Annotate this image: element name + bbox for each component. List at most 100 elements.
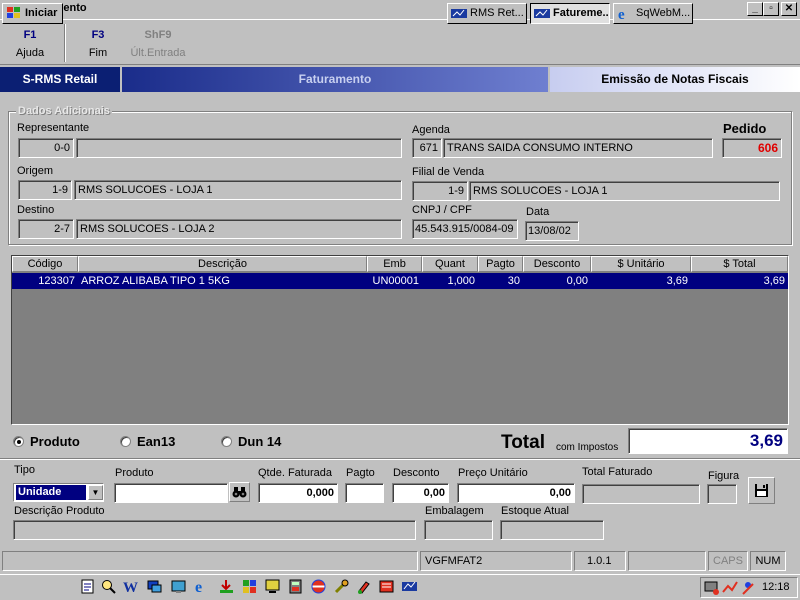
pagto-input[interactable] <box>345 483 384 503</box>
representante-code-field[interactable]: 0-0 <box>18 138 74 158</box>
help-button[interactable]: F1 Ajuda <box>10 29 50 59</box>
radio-ean13-label: Ean13 <box>137 434 176 449</box>
agenda-name-field[interactable]: TRANS SAIDA CONSUMO INTERNO <box>443 138 713 158</box>
status-message <box>2 551 418 571</box>
radio-produto[interactable]: Produto <box>13 434 80 449</box>
desconto-input[interactable]: 0,00 <box>392 483 449 503</box>
quicklaunch-paint-icon[interactable] <box>355 578 372 595</box>
close-button[interactable]: ✕ <box>781 2 797 16</box>
destino-label: Destino <box>17 204 55 216</box>
task-sqwebm[interactable]: e SqWebM... <box>613 3 693 24</box>
radio-checked-icon <box>13 436 24 447</box>
quicklaunch-tool-icon[interactable] <box>333 578 350 595</box>
cell-descricao: ARROZ ALIBABA TIPO 1 5KG <box>81 275 230 287</box>
col-header-codigo[interactable]: Código <box>12 256 78 272</box>
origem-code-field[interactable]: 1-9 <box>18 180 72 200</box>
origem-label: Origem <box>17 165 54 177</box>
quicklaunch-grid-icon[interactable] <box>241 578 258 595</box>
pedido-number-field: 606 <box>722 138 782 158</box>
col-header-quant[interactable]: Quant <box>422 256 478 272</box>
restore-button[interactable]: ▫ <box>763 2 779 16</box>
module-banner: S-RMS Retail Faturamento Emissão de Nota… <box>0 67 800 92</box>
quicklaunch-calc-icon[interactable] <box>287 578 304 595</box>
tray-network-icon[interactable] <box>740 580 756 596</box>
windows-logo-icon <box>7 7 20 18</box>
cell-emb: UN00001 <box>372 275 419 287</box>
qtde-input[interactable]: 0,000 <box>258 483 338 503</box>
help-key: F1 <box>23 29 37 41</box>
task-faturamento[interactable]: Fatureme... <box>530 3 610 24</box>
quicklaunch-download-icon[interactable] <box>218 578 235 595</box>
destino-name-field[interactable]: RMS SOLUCOES - LOJA 2 <box>76 219 402 239</box>
svg-text:e: e <box>618 7 625 21</box>
quicklaunch-globe-icon[interactable] <box>310 578 327 595</box>
origem-name-field[interactable]: RMS SOLUCOES - LOJA 1 <box>74 180 402 200</box>
ie-icon: e <box>618 7 625 21</box>
data-label: Data <box>526 206 550 218</box>
filial-code-field[interactable]: 1-9 <box>412 181 468 201</box>
total-value-field: 3,69 <box>628 428 788 454</box>
radio-ean13[interactable]: Ean13 <box>120 434 175 449</box>
quicklaunch-word-icon[interactable]: W <box>122 578 139 596</box>
minimize-button[interactable]: _ <box>747 2 763 16</box>
qtde-label: Qtde. Faturada <box>258 467 332 479</box>
destino-code-field[interactable]: 2-7 <box>18 219 74 239</box>
embalagem-field <box>424 520 493 540</box>
status-num: NUM <box>750 551 786 571</box>
binoculars-icon <box>232 487 247 498</box>
filial-name-field[interactable]: RMS SOLUCOES - LOJA 1 <box>469 181 780 201</box>
chevron-down-icon[interactable]: ▼ <box>88 485 103 500</box>
embalagem-label: Embalagem <box>425 505 484 517</box>
quicklaunch-search-icon[interactable] <box>100 578 117 595</box>
data-field[interactable]: 13/08/02 <box>525 221 579 241</box>
quicklaunch-notepad-icon[interactable] <box>79 578 96 595</box>
col-header-descricao[interactable]: Descrição <box>78 256 367 272</box>
start-label: Iniciar <box>25 7 58 19</box>
radio-produto-label: Produto <box>30 434 80 449</box>
descricao-label: Descrição Produto <box>14 505 105 517</box>
cell-total: 3,69 <box>763 275 785 287</box>
search-product-button[interactable] <box>229 482 250 502</box>
tray-monitor-icon[interactable] <box>704 580 720 596</box>
col-header-total[interactable]: $ Total <box>691 256 788 272</box>
quicklaunch-desktop-icon[interactable] <box>170 578 187 595</box>
taskbar <box>0 574 800 600</box>
col-header-unitario[interactable]: $ Unitário <box>591 256 691 272</box>
representante-name-field[interactable] <box>76 138 402 158</box>
task-rms-retail[interactable]: RMS Ret... <box>447 3 527 24</box>
status-form-name: VGFMFAT2 <box>420 551 572 571</box>
clock: 12:18 <box>762 581 790 593</box>
tipo-select[interactable]: Unidade ▼ <box>13 483 104 502</box>
agenda-code-field[interactable]: 671 <box>412 138 442 158</box>
group-title: Dados Adicionais <box>16 105 112 117</box>
quicklaunch-rms-icon[interactable] <box>401 578 418 595</box>
cell-unitario: 3,69 <box>666 275 688 287</box>
quicklaunch-app-icon[interactable] <box>378 578 395 595</box>
cell-desconto: 0,00 <box>566 275 588 287</box>
tipo-selected-value: Unidade <box>16 485 86 500</box>
last-entry-label: Últ.Entrada <box>130 47 186 59</box>
exit-button[interactable]: F3 Fim <box>78 29 118 59</box>
start-button[interactable]: Iniciar <box>2 3 63 24</box>
cnpj-field[interactable]: 45.543.915/0084-09 <box>412 219 518 239</box>
col-header-desconto[interactable]: Desconto <box>523 256 591 272</box>
quicklaunch-ie-icon[interactable]: e <box>194 578 211 596</box>
last-entry-button[interactable]: ShF9 Últ.Entrada <box>126 29 190 59</box>
function-toolbar <box>0 19 800 65</box>
figura-field <box>707 484 737 504</box>
items-grid[interactable]: Código Descrição Emb Quant Pagto Descont… <box>11 255 789 425</box>
system-tray: 12:18 <box>700 577 798 598</box>
quicklaunch-network-icon[interactable] <box>146 578 163 595</box>
estoque-label: Estoque Atual <box>501 505 569 517</box>
produto-input[interactable] <box>114 483 228 503</box>
preco-input[interactable]: 0,00 <box>457 483 575 503</box>
agenda-label: Agenda <box>412 124 450 136</box>
quicklaunch-monitor-icon[interactable] <box>264 578 281 595</box>
table-row[interactable]: 123307 ARROZ ALIBABA TIPO 1 5KG UN00001 … <box>12 273 788 289</box>
save-button[interactable] <box>748 477 775 504</box>
col-header-pagto[interactable]: Pagto <box>478 256 523 272</box>
col-header-emb[interactable]: Emb <box>367 256 422 272</box>
tray-signal-icon[interactable] <box>722 580 738 596</box>
radio-dun14[interactable]: Dun 14 <box>221 434 281 449</box>
tipo-label: Tipo <box>14 464 35 476</box>
